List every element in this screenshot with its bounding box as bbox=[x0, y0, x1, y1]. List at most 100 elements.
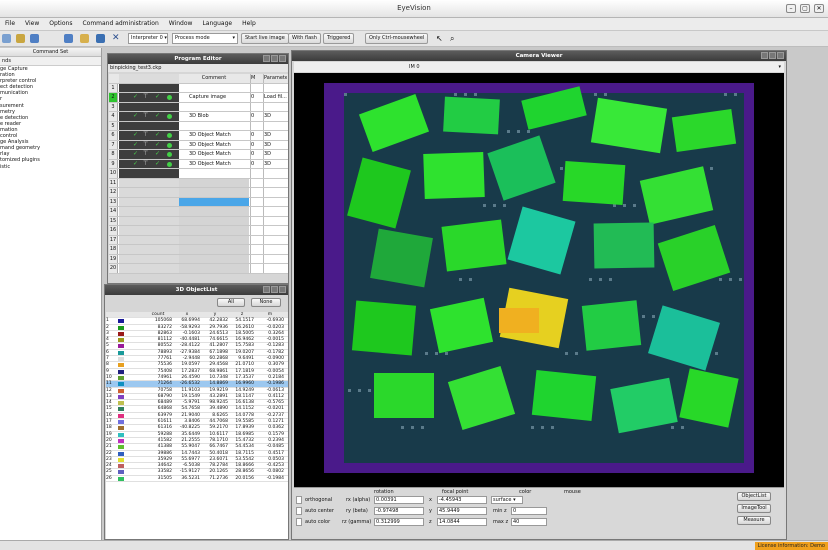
auto-center-checkbox[interactable] bbox=[296, 507, 302, 515]
flag-icon[interactable]: ⊤ bbox=[143, 141, 148, 148]
maximize-icon[interactable] bbox=[271, 55, 278, 62]
ry-input[interactable]: -0.97498 bbox=[374, 507, 424, 515]
object-row[interactable]: 26 31505 36.5231 71.2736 20.0156 -0.1984 bbox=[106, 475, 288, 483]
row-flags[interactable]: ✓ ⊤ ✓ bbox=[119, 150, 179, 159]
row-flags[interactable] bbox=[119, 102, 179, 111]
menu-command-administration[interactable]: Command administration bbox=[77, 18, 163, 29]
program-row[interactable]: 19 bbox=[109, 254, 288, 264]
maximize-icon[interactable] bbox=[271, 286, 278, 293]
select-all-button[interactable]: All bbox=[217, 298, 245, 307]
measure-button[interactable]: Measure bbox=[737, 516, 771, 525]
program-row[interactable]: 10 bbox=[109, 169, 288, 179]
row-flags[interactable] bbox=[119, 235, 179, 244]
row-flags[interactable] bbox=[119, 83, 179, 92]
mode-select[interactable]: Process mode ▾ bbox=[172, 33, 238, 44]
check-icon[interactable]: ✓ bbox=[133, 150, 138, 157]
row-flags[interactable] bbox=[119, 188, 179, 197]
rx-input[interactable]: 0.00391 bbox=[374, 496, 424, 504]
color-mode-select[interactable]: surface ▾ bbox=[491, 496, 523, 504]
copy-icon[interactable] bbox=[96, 34, 105, 43]
check-icon[interactable]: ✓ bbox=[133, 131, 138, 138]
minimize-button[interactable]: – bbox=[786, 4, 796, 13]
command-cell[interactable]: 3D Blob bbox=[179, 112, 249, 121]
parameters-cell[interactable]: 3D bbox=[263, 140, 287, 149]
row-flags[interactable] bbox=[119, 169, 179, 178]
row-flags[interactable] bbox=[119, 216, 179, 225]
command-cell[interactable] bbox=[179, 121, 249, 130]
command-set-tab[interactable]: nds bbox=[0, 57, 101, 66]
row-flags[interactable]: ✓ ⊤ ✓ bbox=[119, 140, 179, 149]
flag-icon[interactable]: ⊤ bbox=[143, 93, 148, 100]
rz-input[interactable]: 0.312999 bbox=[374, 518, 424, 526]
link-icon[interactable]: ✓ bbox=[155, 160, 160, 167]
with-flash-button[interactable]: With flash bbox=[288, 33, 321, 44]
program-row[interactable]: 14 bbox=[109, 207, 288, 217]
check-icon[interactable]: ✓ bbox=[133, 160, 138, 167]
maximize-icon[interactable] bbox=[769, 52, 776, 59]
command-cell[interactable] bbox=[179, 83, 249, 92]
minimize-icon[interactable] bbox=[263, 286, 270, 293]
close-icon[interactable] bbox=[279, 55, 286, 62]
close-icon[interactable] bbox=[279, 286, 286, 293]
object-list-button[interactable]: ObjectList bbox=[737, 492, 771, 501]
command-cell[interactable] bbox=[179, 102, 249, 111]
folder-icon[interactable] bbox=[80, 34, 89, 43]
row-flags[interactable]: ✓ ⊤ ✓ bbox=[119, 131, 179, 140]
program-row[interactable]: 1 bbox=[109, 83, 288, 93]
program-row[interactable]: 3 bbox=[109, 102, 288, 112]
max-z-input[interactable]: 40 bbox=[511, 518, 547, 526]
open-icon[interactable] bbox=[16, 34, 25, 43]
run-icon[interactable] bbox=[167, 95, 172, 100]
close-button[interactable]: ✕ bbox=[814, 4, 824, 13]
parameters-cell[interactable] bbox=[263, 216, 287, 225]
parameters-cell[interactable] bbox=[263, 121, 287, 130]
run-icon[interactable] bbox=[167, 133, 172, 138]
check-icon[interactable]: ✓ bbox=[133, 112, 138, 119]
image-tool-button[interactable]: ImageTool bbox=[737, 504, 771, 513]
command-cell[interactable] bbox=[179, 188, 249, 197]
parameters-cell[interactable]: 3D bbox=[263, 150, 287, 159]
command-cell[interactable]: 3D Object Match bbox=[179, 150, 249, 159]
program-row[interactable]: 11 bbox=[109, 178, 288, 188]
focal-x-input[interactable]: -4.45943 bbox=[437, 496, 487, 504]
row-flags[interactable] bbox=[119, 254, 179, 263]
command-cell[interactable] bbox=[179, 226, 249, 235]
parameters-cell[interactable] bbox=[263, 207, 287, 216]
command-cell[interactable] bbox=[179, 169, 249, 178]
flag-icon[interactable]: ⊤ bbox=[143, 160, 148, 167]
program-row[interactable]: 8 ✓ ⊤ ✓ 3D Object Match 0 3D bbox=[109, 150, 288, 160]
row-flags[interactable] bbox=[119, 264, 179, 273]
command-cell[interactable]: 3D Object Match bbox=[179, 159, 249, 168]
command-cell[interactable] bbox=[179, 197, 249, 206]
save-as-icon[interactable] bbox=[64, 34, 73, 43]
command-cell[interactable]: 3D Object Match bbox=[179, 140, 249, 149]
parameters-cell[interactable]: 3D bbox=[263, 131, 287, 140]
program-row[interactable]: 16 bbox=[109, 226, 288, 236]
command-cell[interactable] bbox=[179, 264, 249, 273]
link-icon[interactable]: ✓ bbox=[155, 93, 160, 100]
maximize-button[interactable]: ▢ bbox=[800, 4, 810, 13]
delete-icon[interactable]: ✕ bbox=[112, 34, 121, 43]
command-cell[interactable] bbox=[179, 254, 249, 263]
check-icon[interactable]: ✓ bbox=[133, 141, 138, 148]
focal-y-input[interactable]: 45.9449 bbox=[437, 507, 487, 515]
command-category[interactable]: istic bbox=[0, 164, 101, 170]
row-flags[interactable] bbox=[119, 178, 179, 187]
command-cell[interactable] bbox=[179, 235, 249, 244]
flag-icon[interactable]: ⊤ bbox=[143, 112, 148, 119]
command-cell[interactable] bbox=[179, 207, 249, 216]
parameters-cell[interactable] bbox=[263, 245, 287, 254]
close-icon[interactable] bbox=[777, 52, 784, 59]
row-flags[interactable] bbox=[119, 226, 179, 235]
row-flags[interactable]: ✓ ⊤ ✓ bbox=[119, 159, 179, 168]
command-cell[interactable] bbox=[179, 245, 249, 254]
link-icon[interactable]: ✓ bbox=[155, 141, 160, 148]
row-flags[interactable] bbox=[119, 197, 179, 206]
program-file-tab[interactable]: binpicking_test3.ckp bbox=[108, 64, 288, 72]
chevron-down-icon[interactable]: ▾ bbox=[778, 62, 781, 72]
row-flags[interactable] bbox=[119, 207, 179, 216]
parameters-cell[interactable] bbox=[263, 83, 287, 92]
menu-language[interactable]: Language bbox=[197, 18, 237, 29]
run-icon[interactable] bbox=[167, 152, 172, 157]
menu-file[interactable]: File bbox=[0, 18, 20, 29]
